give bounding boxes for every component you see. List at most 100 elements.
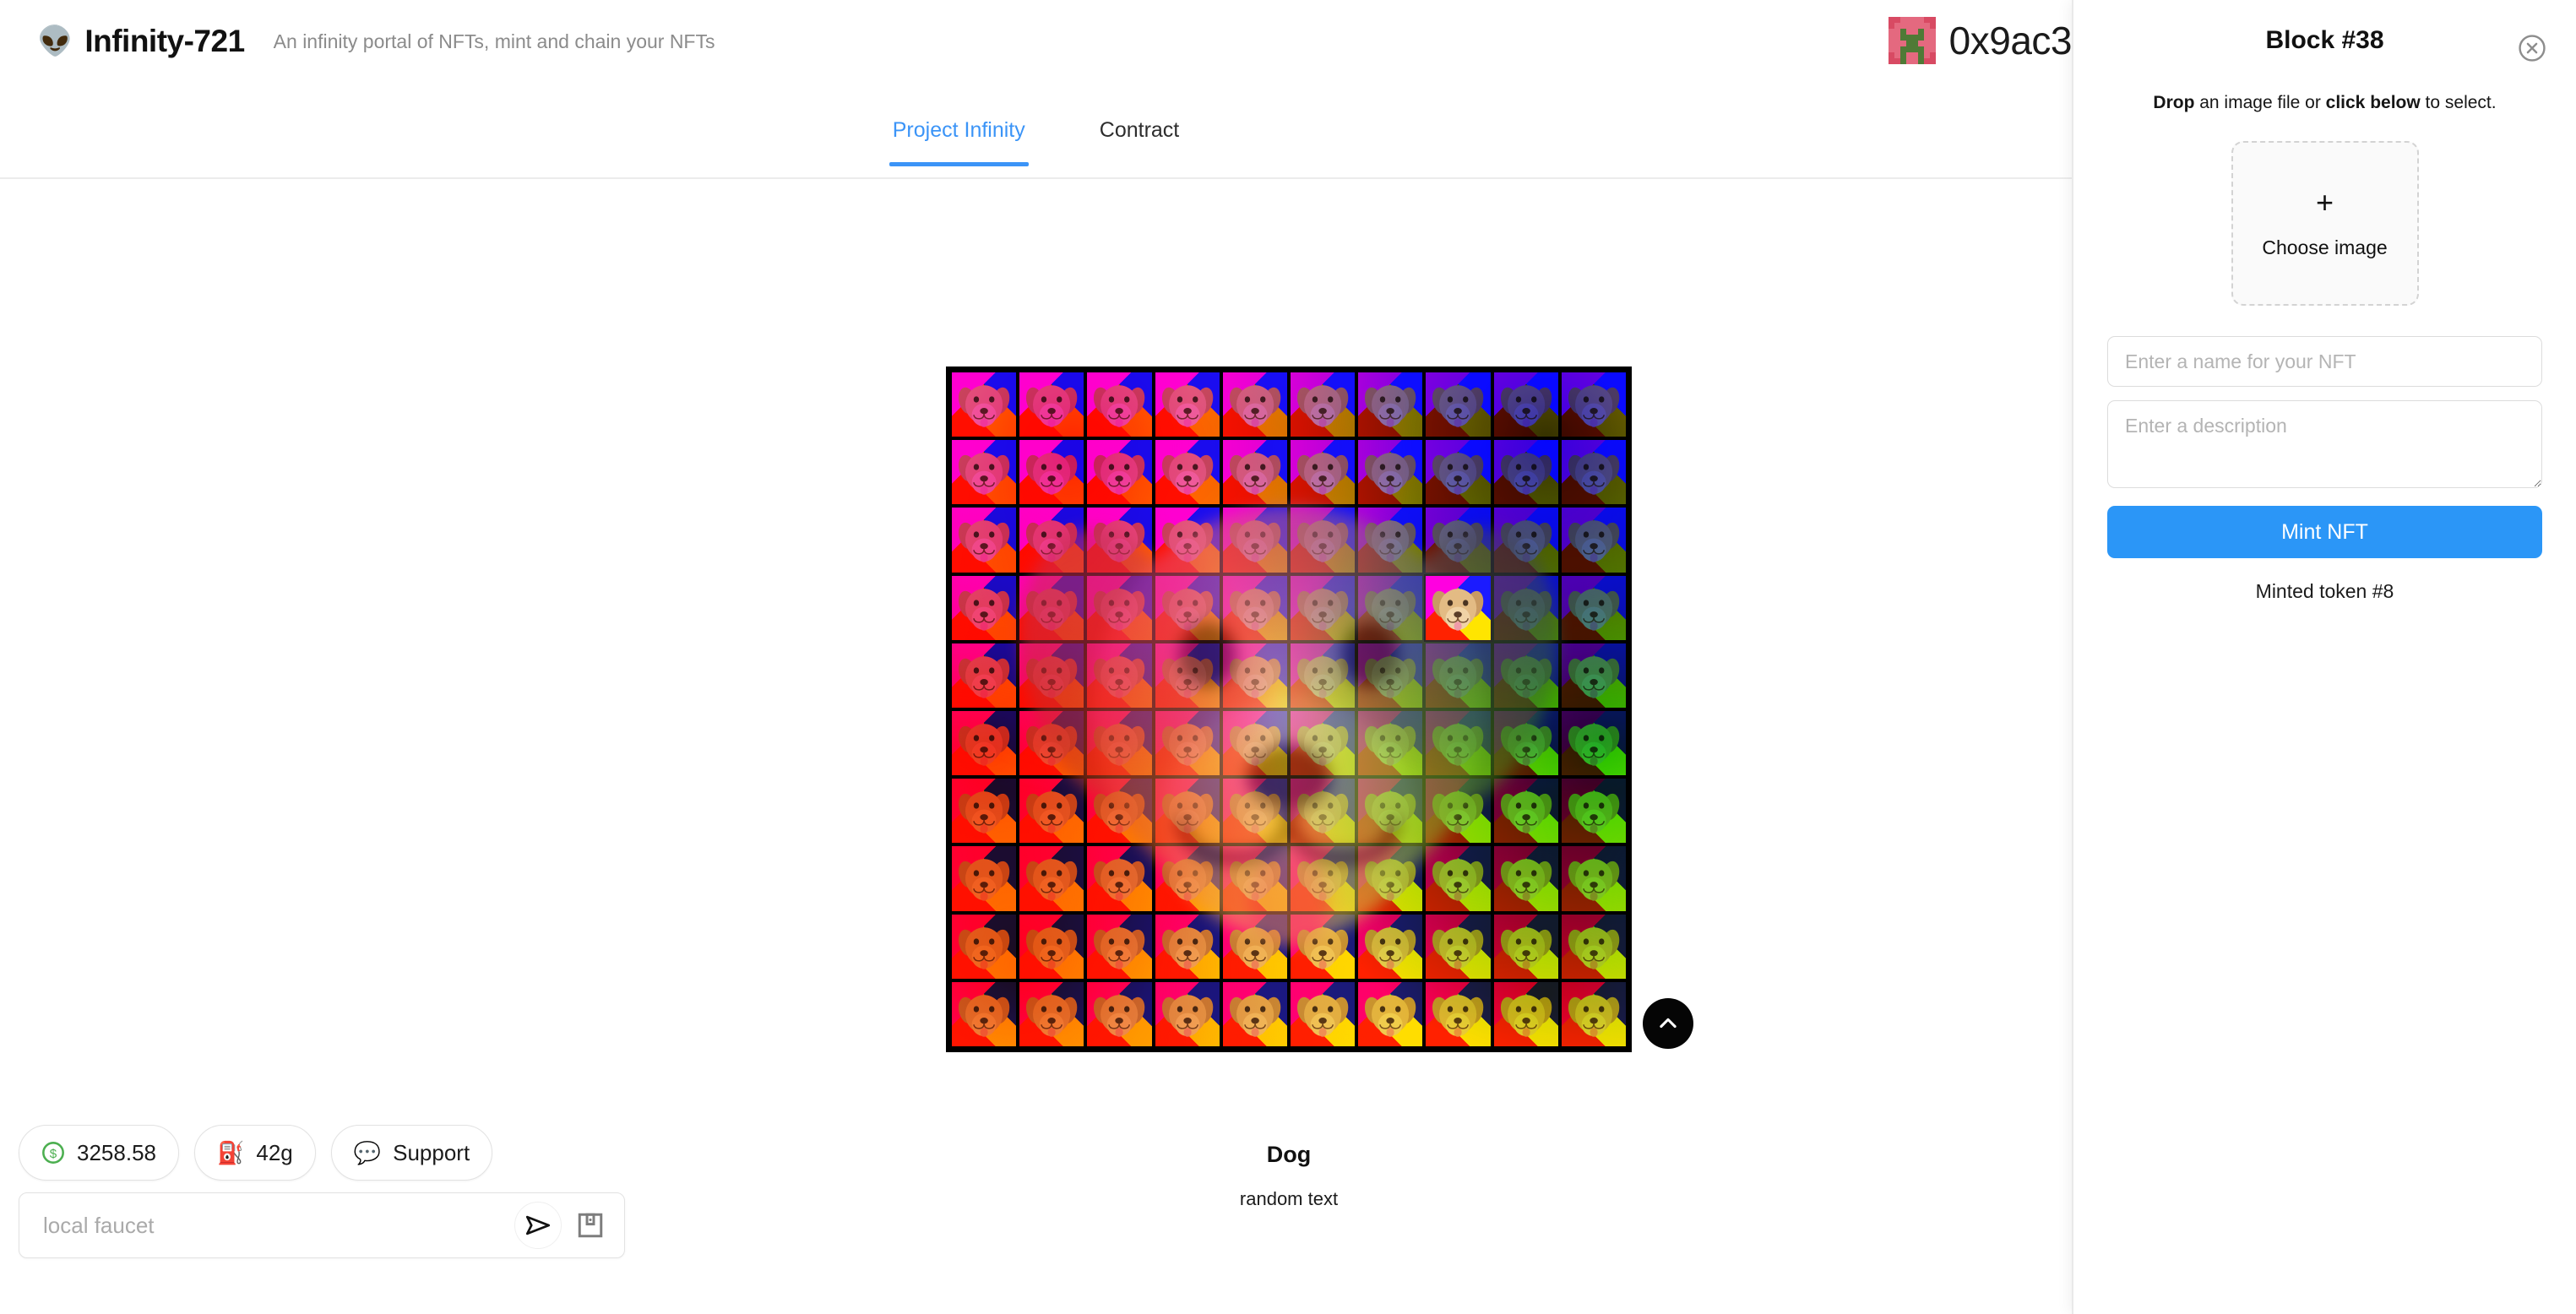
- nft-tile[interactable]: [1493, 914, 1558, 979]
- nft-tile[interactable]: [952, 779, 1017, 844]
- nft-tile[interactable]: [1087, 710, 1152, 776]
- nft-tile[interactable]: [1155, 846, 1220, 911]
- nft-tile[interactable]: [1290, 575, 1356, 640]
- nft-tile[interactable]: [952, 981, 1017, 1046]
- nft-tile[interactable]: [1087, 508, 1152, 573]
- nft-tile[interactable]: [1290, 440, 1356, 505]
- panel-close-button[interactable]: [2518, 34, 2546, 62]
- balance-pill[interactable]: $ 3258.58: [19, 1125, 179, 1181]
- nft-tile[interactable]: [1358, 710, 1423, 776]
- nft-tile[interactable]: [1358, 779, 1423, 844]
- nft-tile[interactable]: [1019, 508, 1084, 573]
- nft-tile[interactable]: [1155, 981, 1220, 1046]
- nft-tile[interactable]: [952, 846, 1017, 911]
- nft-artwork[interactable]: [946, 367, 1632, 1052]
- nft-tile[interactable]: [1561, 710, 1626, 776]
- nft-name-input[interactable]: [2107, 336, 2542, 387]
- nft-tile[interactable]: [1290, 643, 1356, 708]
- nft-tile[interactable]: [1019, 710, 1084, 776]
- nft-tile[interactable]: [1019, 779, 1084, 844]
- nft-tile[interactable]: [1222, 440, 1287, 505]
- nft-tile[interactable]: [1155, 575, 1220, 640]
- nft-tile[interactable]: [1290, 846, 1356, 911]
- nft-tile[interactable]: [1019, 440, 1084, 505]
- tab-project-infinity[interactable]: Project Infinity: [889, 108, 1029, 166]
- nft-tile[interactable]: [1493, 575, 1558, 640]
- nft-tile[interactable]: [1426, 981, 1491, 1046]
- nft-tile[interactable]: [1087, 643, 1152, 708]
- nft-tile[interactable]: [1019, 372, 1084, 437]
- nft-tile[interactable]: [1426, 710, 1491, 776]
- nft-tile[interactable]: [1426, 779, 1491, 844]
- nft-tile[interactable]: [1290, 508, 1356, 573]
- faucet-send-button[interactable]: [514, 1202, 562, 1249]
- nft-tile[interactable]: [1087, 846, 1152, 911]
- nft-tile[interactable]: [1222, 575, 1287, 640]
- nft-tile[interactable]: [1358, 508, 1423, 573]
- nft-tile[interactable]: [1358, 643, 1423, 708]
- nft-tile[interactable]: [1426, 372, 1491, 437]
- nft-tile[interactable]: [1426, 440, 1491, 505]
- nft-tile[interactable]: [952, 372, 1017, 437]
- nft-tile[interactable]: [1561, 372, 1626, 437]
- nft-tile[interactable]: [1155, 779, 1220, 844]
- support-pill[interactable]: 💬 Support: [330, 1125, 493, 1181]
- nft-tile[interactable]: [1358, 981, 1423, 1046]
- nft-tile[interactable]: [952, 440, 1017, 505]
- nft-tile[interactable]: [1358, 846, 1423, 911]
- nft-tile[interactable]: [1222, 914, 1287, 979]
- nft-tile[interactable]: [1358, 372, 1423, 437]
- nft-tile[interactable]: [1019, 575, 1084, 640]
- nft-tile[interactable]: [1222, 710, 1287, 776]
- tab-contract[interactable]: Contract: [1096, 108, 1182, 165]
- nft-tile[interactable]: [1222, 643, 1287, 708]
- nft-tile[interactable]: [1561, 440, 1626, 505]
- nft-tile[interactable]: [1087, 779, 1152, 844]
- faucet-input[interactable]: [43, 1212, 509, 1239]
- nft-tile[interactable]: [1561, 508, 1626, 573]
- nft-tile[interactable]: [1561, 914, 1626, 979]
- nft-tile[interactable]: [1155, 643, 1220, 708]
- nft-tile[interactable]: [1222, 981, 1287, 1046]
- nft-tile[interactable]: [1290, 372, 1356, 437]
- nft-tile[interactable]: [1561, 643, 1626, 708]
- nft-tile[interactable]: [1155, 372, 1220, 437]
- faucet-save-button[interactable]: [567, 1202, 614, 1249]
- nft-tile[interactable]: [1493, 508, 1558, 573]
- mint-nft-button[interactable]: Mint NFT: [2107, 506, 2542, 558]
- nft-tile[interactable]: [1493, 710, 1558, 776]
- nft-tile[interactable]: [1019, 981, 1084, 1046]
- nft-tile[interactable]: [1087, 981, 1152, 1046]
- scroll-to-top-button[interactable]: [1643, 998, 1693, 1049]
- nft-tile[interactable]: [1493, 981, 1558, 1046]
- nft-tile[interactable]: [1493, 643, 1558, 708]
- nft-tile[interactable]: [1155, 710, 1220, 776]
- nft-tile[interactable]: [1019, 914, 1084, 979]
- nft-tile[interactable]: [1087, 575, 1152, 640]
- nft-tile[interactable]: [952, 710, 1017, 776]
- account-display[interactable]: 0x9ac3: [1888, 17, 2072, 64]
- nft-tile[interactable]: [952, 643, 1017, 708]
- nft-tile[interactable]: [1155, 440, 1220, 505]
- gas-pill[interactable]: ⛽ 42g: [193, 1125, 316, 1181]
- nft-tile[interactable]: [1493, 779, 1558, 844]
- nft-tile[interactable]: [1019, 846, 1084, 911]
- nft-tile[interactable]: [1222, 846, 1287, 911]
- nft-tile-grid[interactable]: [950, 371, 1628, 1048]
- nft-tile[interactable]: [1493, 846, 1558, 911]
- nft-tile[interactable]: [1290, 710, 1356, 776]
- nft-tile[interactable]: [1358, 914, 1423, 979]
- nft-tile[interactable]: [1426, 914, 1491, 979]
- nft-tile[interactable]: [1358, 440, 1423, 505]
- nft-tile[interactable]: [1426, 846, 1491, 911]
- nft-tile[interactable]: [1561, 981, 1626, 1046]
- nft-tile-selected[interactable]: [1424, 573, 1492, 642]
- nft-tile[interactable]: [1358, 575, 1423, 640]
- nft-tile[interactable]: [1290, 779, 1356, 844]
- nft-tile[interactable]: [1222, 779, 1287, 844]
- nft-tile[interactable]: [952, 508, 1017, 573]
- nft-tile[interactable]: [1087, 440, 1152, 505]
- nft-tile[interactable]: [1426, 508, 1491, 573]
- nft-description-input[interactable]: [2107, 400, 2542, 488]
- nft-tile[interactable]: [1222, 508, 1287, 573]
